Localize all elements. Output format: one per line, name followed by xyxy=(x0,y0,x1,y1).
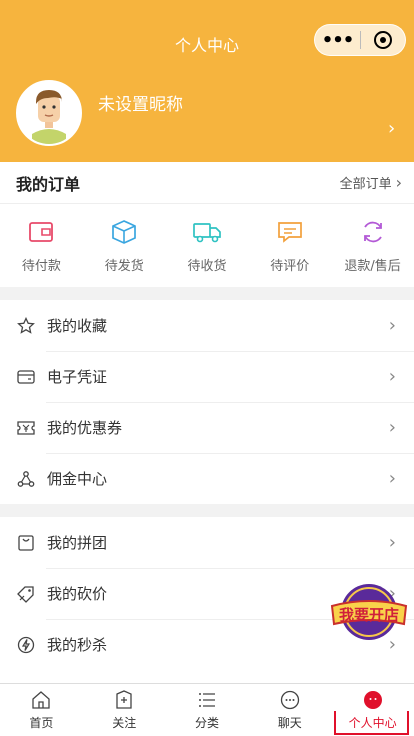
menu-item-label: 我的优惠券 xyxy=(47,419,123,437)
coupon-icon xyxy=(16,418,36,438)
comment-icon xyxy=(275,217,305,247)
all-orders-label: 全部订单 xyxy=(339,177,392,192)
menu-item-commission[interactable]: 佣金中心 › xyxy=(0,453,414,504)
more-menu-button[interactable]: ••• xyxy=(315,30,360,51)
follow-icon xyxy=(113,689,135,711)
close-circle-icon xyxy=(373,31,392,49)
menu-item-label: 我的收藏 xyxy=(47,317,108,335)
chevron-right-icon: › xyxy=(388,315,396,336)
tab-label: 首页 xyxy=(29,716,54,730)
bag-icon xyxy=(16,533,36,553)
profile-chevron-right-icon[interactable]: › xyxy=(388,118,395,139)
profile-icon xyxy=(362,689,384,711)
orders-header: 我的订单 全部订单 › xyxy=(0,162,414,204)
chat-icon xyxy=(279,689,301,711)
order-pending-shipment[interactable]: 待发货 xyxy=(83,204,166,287)
nickname[interactable]: 未设置昵称 xyxy=(98,90,183,115)
menu-item-label: 我的砍价 xyxy=(47,585,108,603)
order-pending-receipt[interactable]: 待收货 xyxy=(166,204,249,287)
menu-item-label: 我的秒杀 xyxy=(47,636,108,654)
order-pending-payment[interactable]: 待付款 xyxy=(0,204,83,287)
orders-title: 我的订单 xyxy=(16,174,81,194)
home-icon xyxy=(30,689,52,711)
menu-item-vouchers[interactable]: 电子凭证 › xyxy=(0,351,414,402)
card-icon xyxy=(16,367,36,387)
tab-profile[interactable]: 个人中心 xyxy=(331,684,414,736)
refresh-icon xyxy=(358,217,388,247)
star-icon xyxy=(16,316,36,336)
chevron-right-icon: › xyxy=(388,417,396,438)
order-label: 待收货 xyxy=(187,259,227,274)
menu-item-label: 佣金中心 xyxy=(47,470,108,488)
box-icon xyxy=(109,217,139,247)
close-button[interactable] xyxy=(361,31,405,49)
menu-item-coupons[interactable]: 我的优惠券 › xyxy=(0,402,414,453)
menu-item-label: 电子凭证 xyxy=(47,368,108,386)
list-icon xyxy=(196,689,218,711)
open-shop-text: 我要开店 xyxy=(339,606,399,624)
avatar-person-icon xyxy=(18,82,80,144)
tag-icon xyxy=(16,584,36,604)
network-icon xyxy=(16,469,36,489)
profile-header: 个人中心 ••• 未设置昵称 › xyxy=(0,0,414,162)
menu-item-favorites[interactable]: 我的收藏 › xyxy=(0,300,414,351)
menu-item-group-buy[interactable]: 我的拼团 › xyxy=(0,517,414,568)
tab-follow[interactable]: 关注 xyxy=(83,684,166,736)
mini-program-capsule: ••• xyxy=(314,24,406,56)
tab-label: 分类 xyxy=(194,716,219,730)
bottom-tab-bar: 首页 关注 分类 聊天 个人中心 xyxy=(0,683,414,736)
chevron-right-icon: › xyxy=(395,173,402,192)
tab-label: 关注 xyxy=(112,716,137,730)
chevron-right-icon: › xyxy=(388,468,396,489)
tab-chat[interactable]: 聊天 xyxy=(248,684,331,736)
tab-home[interactable]: 首页 xyxy=(0,684,83,736)
truck-icon xyxy=(192,217,222,247)
order-label: 待评价 xyxy=(270,259,310,274)
all-orders-link[interactable]: 全部订单 › xyxy=(340,173,402,192)
chevron-right-icon: › xyxy=(388,366,396,387)
order-label: 退款/售后 xyxy=(344,259,401,274)
orders-panel: 我的订单 全部订单 › 待付款 待发货 待收货 待评价 退款/售后 xyxy=(0,162,414,287)
order-label: 待发货 xyxy=(104,259,144,274)
avatar[interactable] xyxy=(16,80,82,146)
order-label: 待付款 xyxy=(21,259,61,274)
chevron-right-icon: › xyxy=(388,532,396,553)
open-shop-badge[interactable]: 我要开店 xyxy=(330,582,408,642)
order-pending-review[interactable]: 待评价 xyxy=(248,204,331,287)
tab-label: 聊天 xyxy=(277,716,302,730)
menu-item-label: 我的拼团 xyxy=(47,534,108,552)
bolt-icon xyxy=(16,635,36,655)
tab-label: 个人中心 xyxy=(348,716,397,730)
wallet-icon xyxy=(26,217,56,247)
menu-group-1: 我的收藏 › 电子凭证 › 我的优惠券 › 佣金中心 › xyxy=(0,300,414,504)
order-status-row: 待付款 待发货 待收货 待评价 退款/售后 xyxy=(0,204,414,287)
tab-category[interactable]: 分类 xyxy=(166,684,249,736)
order-refund-aftersale[interactable]: 退款/售后 xyxy=(331,204,414,287)
